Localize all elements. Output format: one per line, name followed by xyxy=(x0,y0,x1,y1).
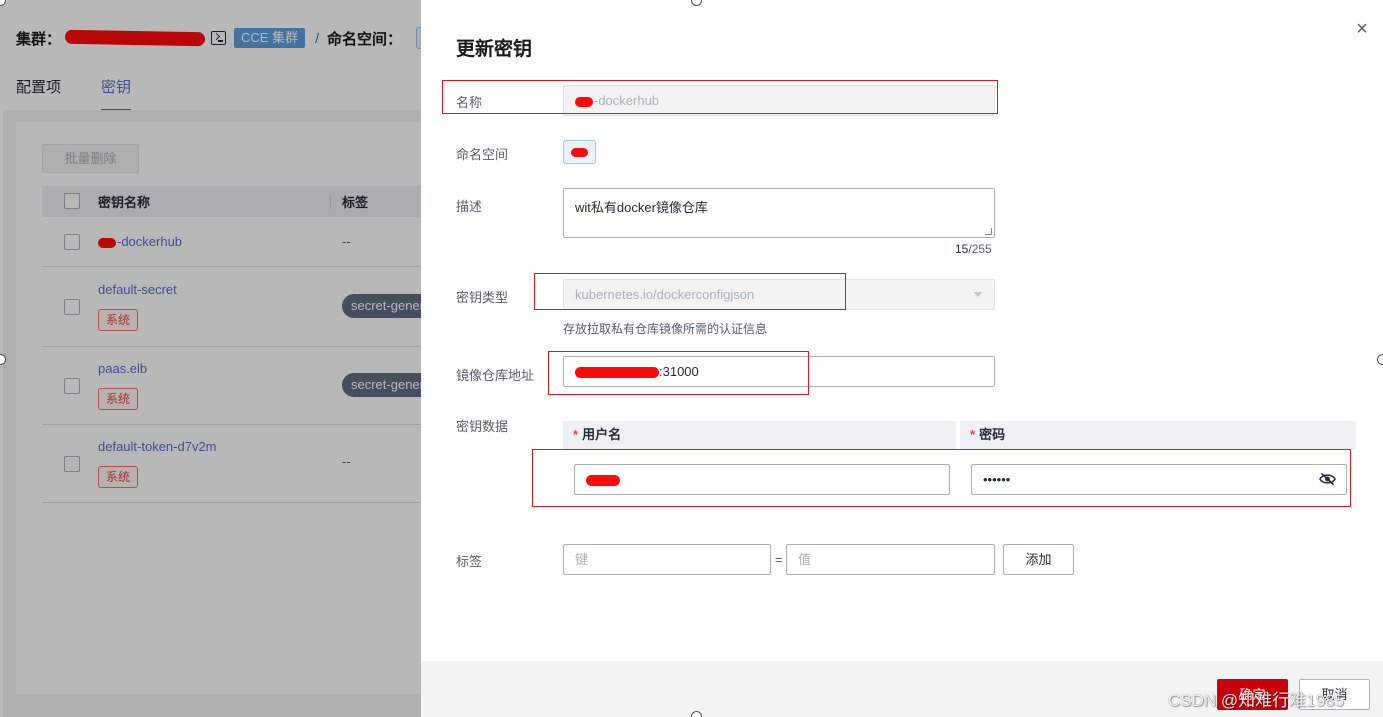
description-textarea[interactable]: wit私有docker镜像仓库 xyxy=(563,188,995,238)
annotation-box-registry xyxy=(548,351,809,395)
modal-overlay[interactable] xyxy=(0,0,421,717)
tag-key-input[interactable]: 键 xyxy=(563,544,771,575)
registry-address-label: 镜像仓库地址 xyxy=(456,368,535,383)
tags-label: 标签 xyxy=(456,554,483,569)
namespace-redaction xyxy=(571,148,588,157)
username-column-header: * 用户名 xyxy=(563,421,956,449)
annotation-box-secret-data xyxy=(532,449,1351,507)
resize-handle-icon[interactable] xyxy=(985,228,992,235)
required-mark: * xyxy=(970,427,976,442)
annotation-box-secret-type xyxy=(534,273,846,310)
description-char-counter: 15/255 xyxy=(955,242,992,256)
drawer-title: 更新密钥 xyxy=(456,39,533,60)
username-header-text: 用户名 xyxy=(582,427,622,442)
namespace-label: 命名空间 xyxy=(456,147,509,162)
secret-type-label: 密钥类型 xyxy=(456,290,509,305)
password-column-header: * 密码 xyxy=(960,421,1356,449)
update-secret-drawer: 更新密钥 × 名称 -dockerhub 命名空间 描述 wit私有docker… xyxy=(421,0,1383,717)
namespace-chip xyxy=(563,140,596,164)
tag-equals-sign: = xyxy=(775,552,783,567)
tag-value-input[interactable]: 值 xyxy=(786,544,995,575)
description-label: 描述 xyxy=(456,199,483,214)
char-count: 15 xyxy=(955,242,969,256)
char-max: /255 xyxy=(968,242,992,256)
required-mark: * xyxy=(573,427,579,442)
chevron-down-icon xyxy=(974,292,982,297)
watermark: CSDN @知难行难1985 xyxy=(1168,691,1344,710)
secret-type-help: 存放拉取私有仓库镜像所需的认证信息 xyxy=(563,322,768,336)
secret-data-label: 密钥数据 xyxy=(456,419,509,434)
annotation-box-name xyxy=(442,80,998,114)
selection-handle xyxy=(1377,354,1383,365)
password-header-text: 密码 xyxy=(979,427,1006,442)
selection-handle xyxy=(691,711,702,717)
close-icon[interactable]: × xyxy=(1352,19,1372,39)
add-tag-button[interactable]: 添加 xyxy=(1003,544,1074,575)
description-value: wit私有docker镜像仓库 xyxy=(575,200,708,215)
